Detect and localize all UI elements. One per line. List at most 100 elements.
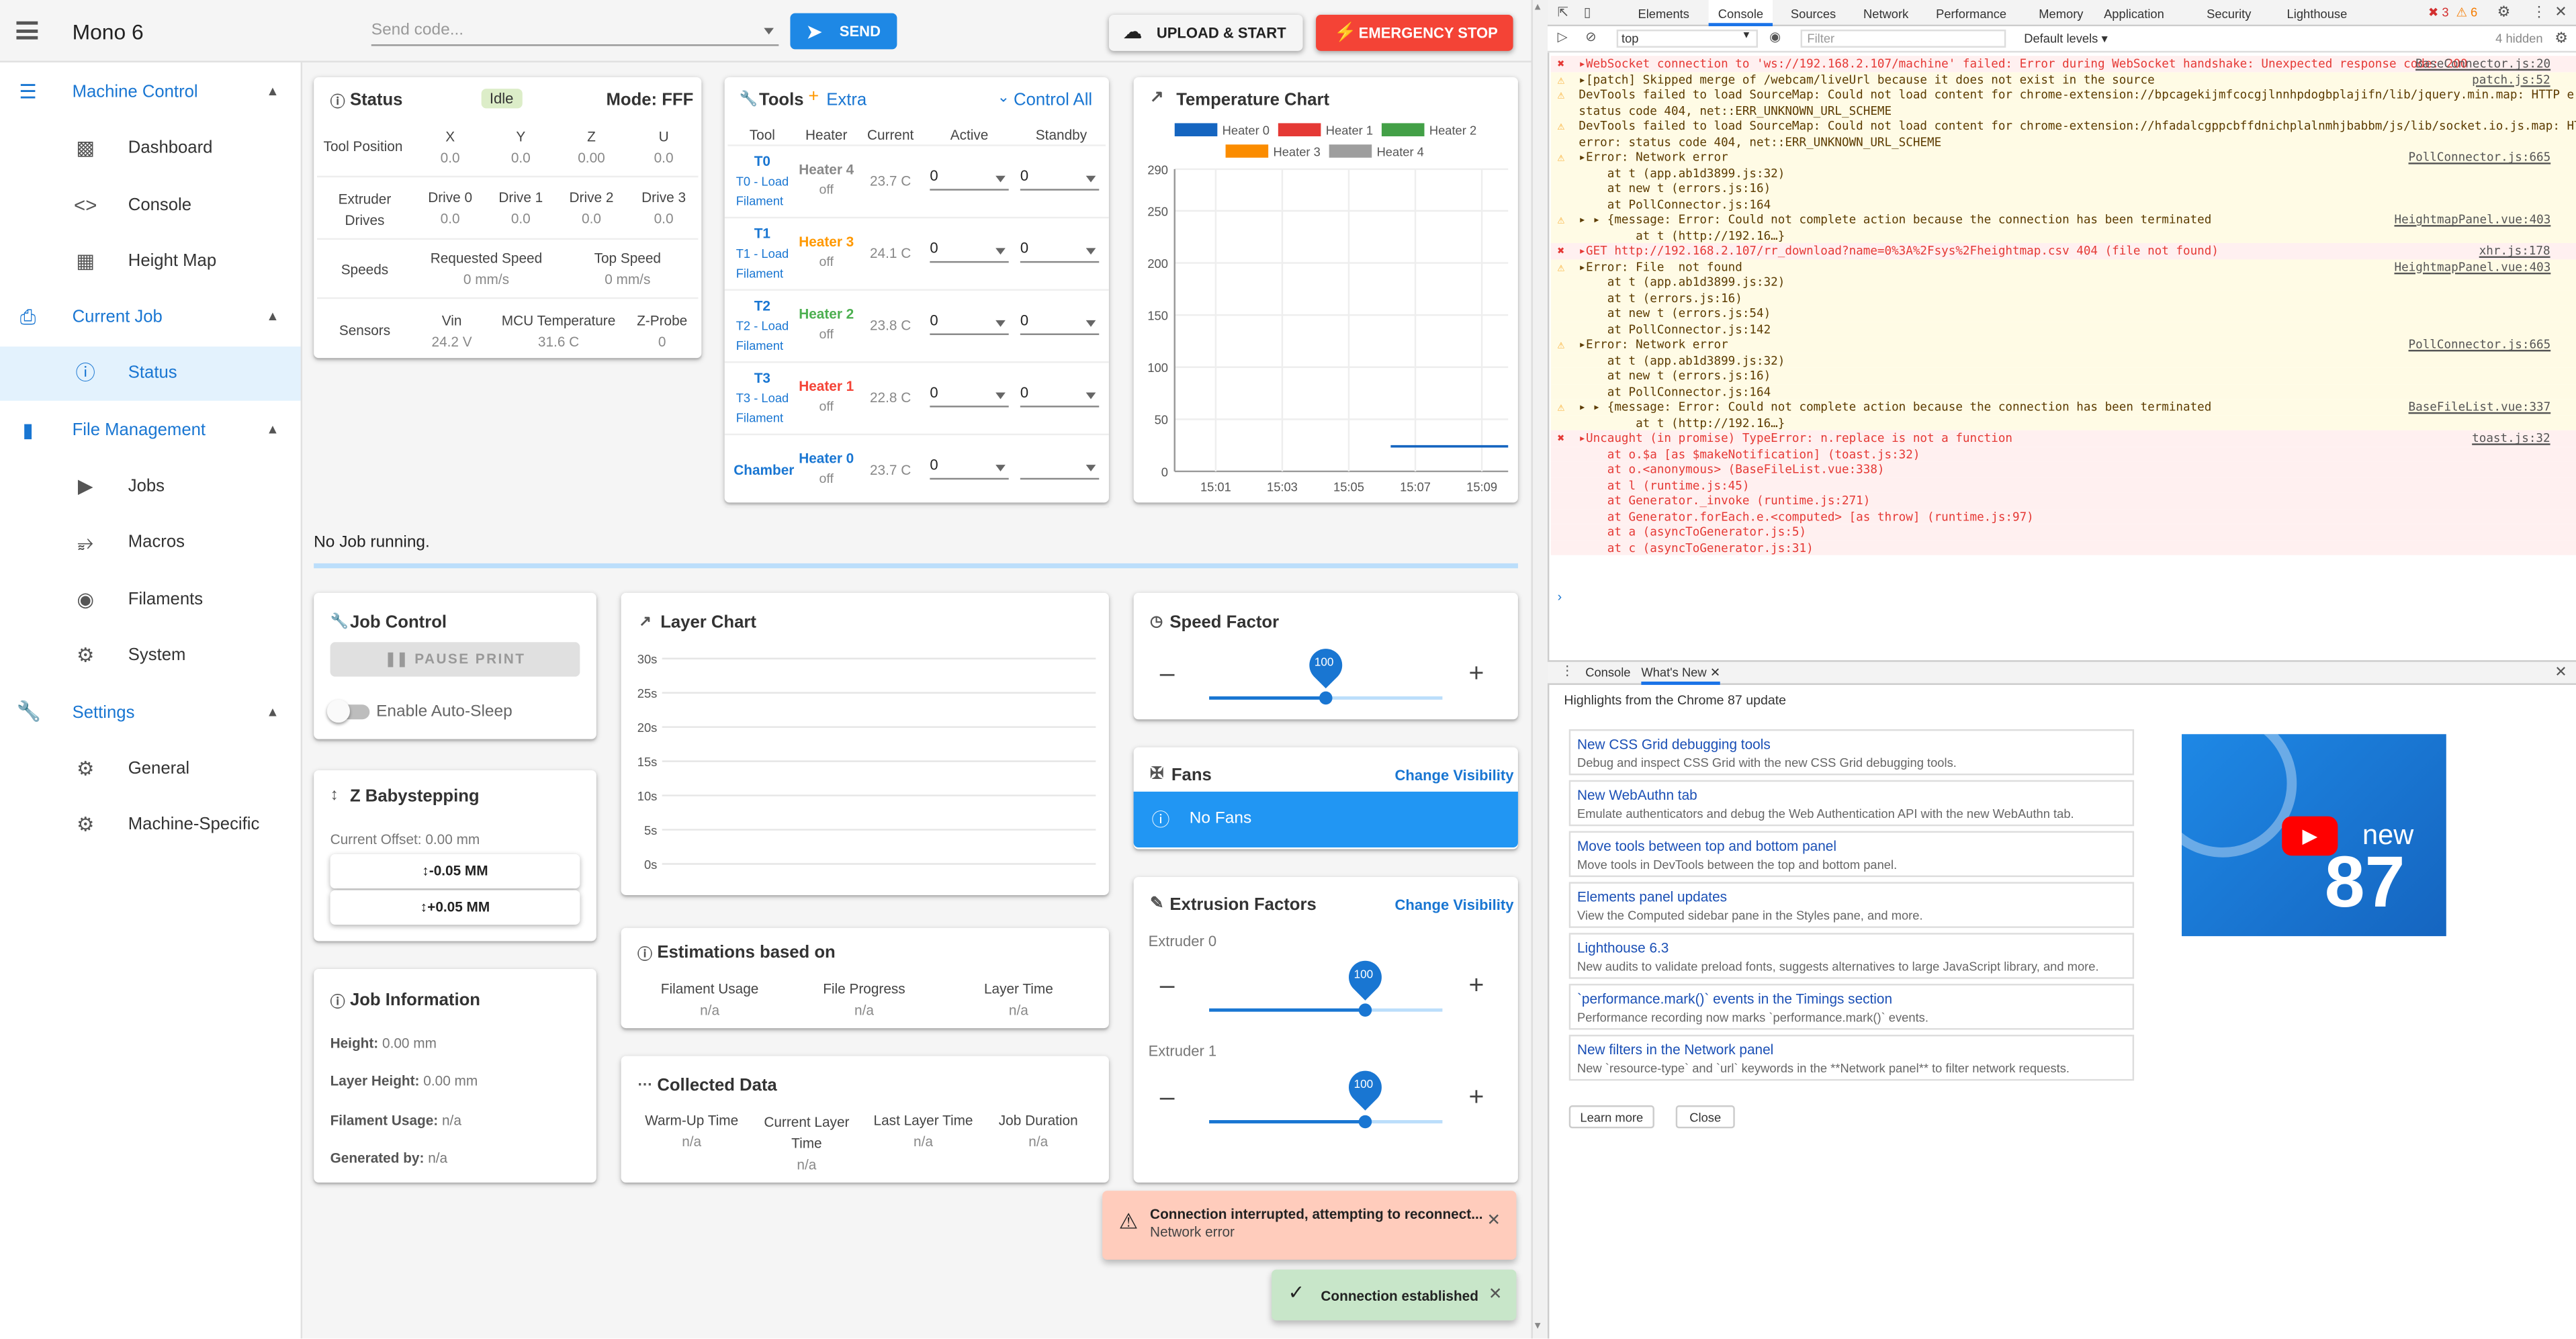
- close-button[interactable]: Close: [1675, 1105, 1735, 1129]
- scroll-down-arrow[interactable]: ▼: [1533, 1322, 1543, 1332]
- console-message[interactable]: at t (http://192.16…}: [1550, 414, 2576, 430]
- source-link[interactable]: BaseFileList.vue:337: [2409, 399, 2551, 414]
- drawer-tab-whats-new[interactable]: What's New ✕: [1641, 662, 1721, 685]
- chevron-up-icon[interactable]: ▲: [266, 704, 279, 719]
- tool-name[interactable]: T2: [740, 297, 785, 314]
- pause-print-button[interactable]: ❚❚ PAUSE PRINT: [330, 642, 580, 677]
- source-link[interactable]: BaseConnector.js:20: [2415, 56, 2550, 71]
- error-count-badge[interactable]: ✖ 3: [2428, 5, 2449, 19]
- sidebar-item-system[interactable]: System: [128, 645, 186, 665]
- settings-gear-icon[interactable]: ⚙: [2497, 3, 2511, 21]
- upload-start-button[interactable]: ☁ UPLOAD & START: [1108, 15, 1303, 51]
- source-link[interactable]: patch.js:52: [2472, 71, 2550, 86]
- source-link[interactable]: PollConnector.js:665: [2409, 150, 2551, 165]
- extruder-1-minus-button[interactable]: –: [1160, 1084, 1175, 1113]
- standby-temp-select[interactable]: 0: [1020, 167, 1100, 191]
- console-settings-icon[interactable]: ⚙: [2555, 30, 2568, 48]
- extruder-1-plus-button[interactable]: +: [1469, 1084, 1484, 1113]
- whats-new-item[interactable]: New CSS Grid debugging tools Debug and in…: [1568, 729, 2135, 776]
- chevron-up-icon[interactable]: ▲: [266, 84, 279, 99]
- emergency-stop-button[interactable]: ⚡ EMERGENCY STOP: [1316, 15, 1513, 51]
- source-link[interactable]: toast.js:32: [2472, 430, 2550, 445]
- sidebar-item-console[interactable]: Console: [128, 195, 191, 215]
- speed-slider-thumb[interactable]: [1319, 691, 1333, 705]
- speed-minus-button[interactable]: –: [1160, 660, 1175, 690]
- chevron-up-icon[interactable]: ▲: [266, 309, 279, 324]
- console-message[interactable]: at t (app.ab1d3899.js:32): [1550, 165, 2576, 181]
- console-message[interactable]: at PollConnector.js:164: [1550, 196, 2576, 212]
- sidebar-item-dashboard[interactable]: Dashboard: [128, 138, 213, 157]
- whats-new-item[interactable]: `performance.mark()` events in the Timin…: [1568, 984, 2135, 1030]
- console-prompt[interactable]: ›: [1558, 590, 1562, 604]
- babystep-plus-button[interactable]: ↕+0.05 MM: [330, 890, 580, 925]
- active-temp-select[interactable]: 0: [930, 457, 1009, 480]
- standby-temp-select[interactable]: 0: [1020, 384, 1100, 408]
- console-message[interactable]: at o.<anonymous> (BaseFileList.vue:338): [1550, 461, 2576, 477]
- sidebar-item-jobs[interactable]: Jobs: [128, 476, 165, 496]
- active-temp-select[interactable]: 0: [930, 167, 1009, 191]
- close-icon[interactable]: ✕: [1489, 1286, 1503, 1304]
- context-select[interactable]: top ▼: [1616, 30, 1759, 48]
- send-button[interactable]: ➤ SEND: [790, 13, 897, 50]
- chevron-down-icon[interactable]: [764, 28, 774, 35]
- heater-name[interactable]: Heater 4: [795, 161, 858, 177]
- standby-temp-select[interactable]: 0: [1020, 240, 1100, 263]
- extruder-0-minus-button[interactable]: –: [1160, 972, 1175, 1002]
- active-temp-select[interactable]: 0: [930, 384, 1009, 408]
- devtools-tab-application[interactable]: Application: [2094, 0, 2174, 26]
- console-message[interactable]: at o.$a [as $makeNotification] (toast.js…: [1550, 446, 2576, 462]
- source-link[interactable]: xhr.js:178: [2479, 243, 2550, 258]
- log-levels-select[interactable]: Default levels ▾: [2024, 31, 2107, 46]
- active-temp-select[interactable]: 0: [930, 312, 1009, 335]
- console-message[interactable]: at t (app.ab1d3899.js:32): [1550, 352, 2576, 368]
- source-link[interactable]: HeightmapPanel.vue:403: [2394, 259, 2550, 273]
- sidebar-item-status[interactable]: Status: [128, 363, 177, 383]
- console-filter-input[interactable]: Filter: [1800, 30, 2006, 48]
- sidebar-group-machine-control[interactable]: Machine Control: [73, 82, 198, 101]
- drawer-tab-console[interactable]: Console: [1585, 665, 1630, 680]
- console-message[interactable]: ✖ ▸GET http://192.168.2.107/rr_download?n…: [1550, 242, 2576, 259]
- tool-name[interactable]: T3: [740, 369, 785, 385]
- console-message[interactable]: at a (asyncToGenerator.js:5): [1550, 524, 2576, 540]
- console-message[interactable]: at t (errors.js:16): [1550, 289, 2576, 306]
- devtools-tab-elements[interactable]: Elements: [1628, 0, 1699, 26]
- console-message[interactable]: at new t (errors.js:54): [1550, 305, 2576, 322]
- devtools-tab-network[interactable]: Network: [1853, 0, 1918, 26]
- sidebar-item-filaments[interactable]: Filaments: [128, 590, 203, 609]
- console-message[interactable]: at t (app.ab1d3899.js:32): [1550, 274, 2576, 290]
- heater-name[interactable]: Heater 0: [795, 450, 858, 466]
- whats-new-item[interactable]: Lighthouse 6.3 New audits to validate pre…: [1568, 933, 2135, 979]
- babystep-minus-button[interactable]: ↕-0.05 MM: [330, 853, 580, 889]
- sidebar-group-settings[interactable]: Settings: [73, 703, 135, 723]
- more-menu-icon[interactable]: ⋮: [2532, 3, 2546, 21]
- heater-name[interactable]: Heater 1: [795, 378, 858, 394]
- send-code-input[interactable]: Send code...: [371, 18, 779, 46]
- sidebar-item-general[interactable]: General: [128, 759, 189, 778]
- devtools-tab-memory[interactable]: Memory: [2029, 0, 2094, 26]
- load-filament-link[interactable]: T2 - Load Filament: [736, 317, 789, 357]
- console-message[interactable]: status code 404, net::ERR_UNKNOWN_URL_SC…: [1550, 102, 2576, 119]
- speed-plus-button[interactable]: +: [1469, 660, 1484, 690]
- console-message[interactable]: at c (asyncToGenerator.js:31): [1550, 539, 2576, 555]
- load-filament-link[interactable]: T0 - Load Filament: [736, 173, 789, 212]
- console-message[interactable]: error: status code 404, net::ERR_UNKNOWN…: [1550, 134, 2576, 150]
- standby-temp-select[interactable]: 0: [1020, 312, 1100, 335]
- device-icon[interactable]: ▯: [1584, 5, 1591, 19]
- extra-button[interactable]: Extra: [826, 91, 867, 110]
- chevron-down-icon[interactable]: ⌄: [997, 89, 1010, 107]
- console-message[interactable]: at Generator._invoke (runtime.js:271): [1550, 492, 2576, 508]
- chrome-87-promo-image[interactable]: ▶ new 87: [2182, 734, 2446, 937]
- sidebar-group-file-management[interactable]: File Management: [73, 420, 206, 440]
- console-message[interactable]: at new t (errors.js:16): [1550, 181, 2576, 197]
- devtools-tab-sources[interactable]: Sources: [1781, 0, 1846, 26]
- standby-temp-select[interactable]: [1020, 457, 1100, 480]
- chevron-up-icon[interactable]: ▲: [266, 422, 279, 437]
- console-message[interactable]: at new t (errors.js:16): [1550, 367, 2576, 384]
- control-all-button[interactable]: Control All: [1014, 91, 1092, 110]
- console-message[interactable]: ⚠ ▸[patch] Skipped merge of /webcam/liveU…: [1550, 71, 2576, 87]
- warning-count-badge[interactable]: ⚠ 6: [2456, 5, 2477, 19]
- auto-sleep-toggle-knob[interactable]: [326, 699, 350, 723]
- fans-change-visibility-button[interactable]: Change Visibility: [1394, 767, 1513, 783]
- close-icon[interactable]: ✕: [1486, 1212, 1501, 1230]
- console-message[interactable]: ⚠ DevTools failed to load SourceMap: Coul…: [1550, 87, 2576, 103]
